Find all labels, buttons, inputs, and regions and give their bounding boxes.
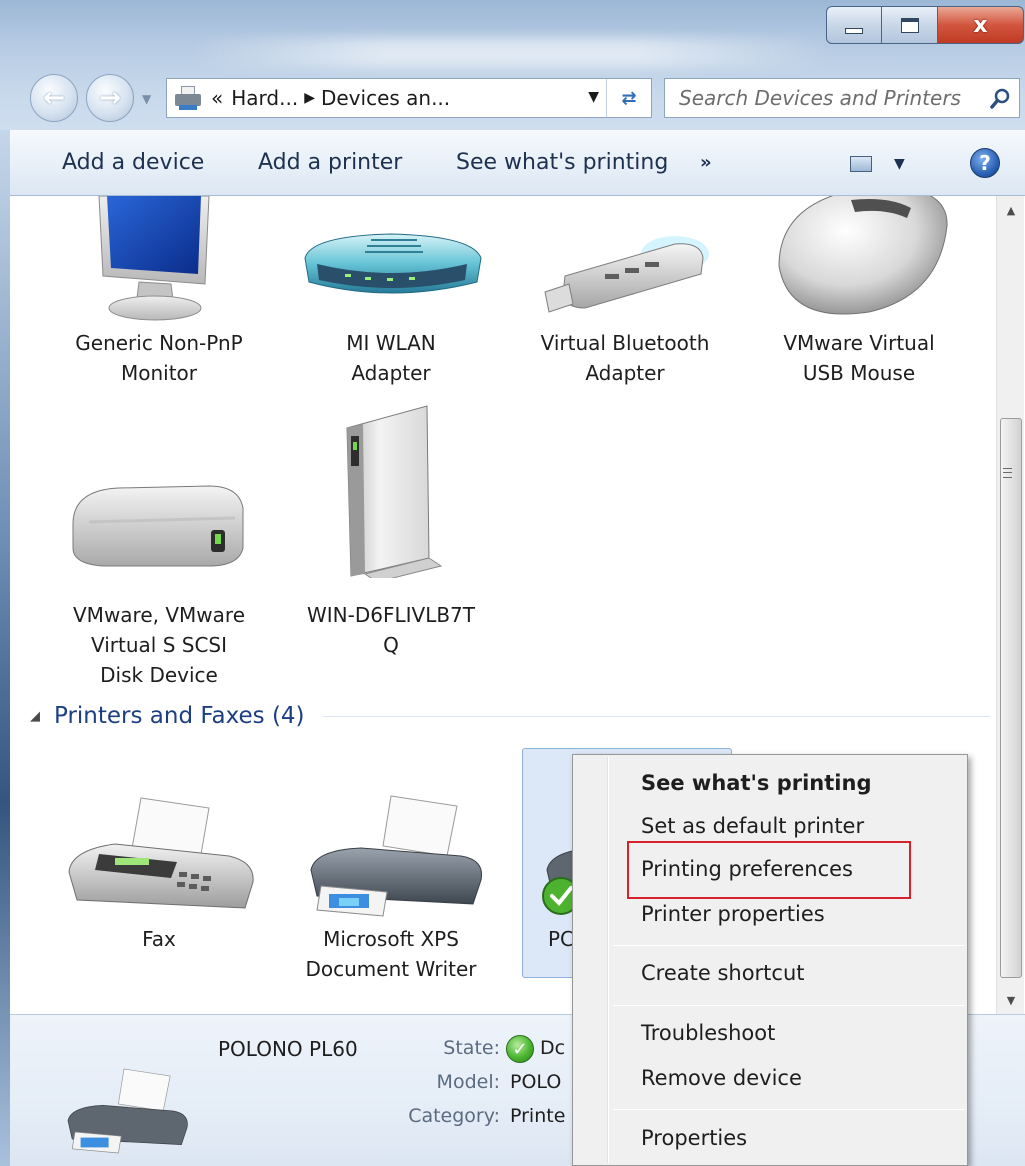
- printer-label-line: Fax: [142, 927, 176, 951]
- address-bar[interactable]: « Hard... ▶ Devices an... ▼ ⇄: [166, 78, 652, 118]
- device-tile-virtual-bluetooth-adapter[interactable]: Virtual Bluetooth Adapter: [520, 196, 730, 388]
- device-tile-computer[interactable]: WIN-D6FLIVLB7T Q: [286, 405, 496, 660]
- model-label: Model:: [436, 1071, 500, 1093]
- menu-remove-device[interactable]: Remove device: [641, 1066, 802, 1090]
- menu-separator: [613, 1109, 965, 1110]
- back-arrow-icon: ←: [43, 83, 65, 113]
- scroll-up-icon[interactable]: ▲: [997, 196, 1025, 224]
- device-label-line: VMware Virtual: [783, 331, 935, 355]
- recent-pages-dropdown[interactable]: ▼: [142, 92, 151, 106]
- refresh-button[interactable]: ⇄: [613, 85, 645, 111]
- device-label-line: WIN-D6FLIVLB7T: [306, 603, 475, 627]
- add-device-button[interactable]: Add a device: [62, 150, 204, 175]
- search-icon[interactable]: [989, 88, 1011, 110]
- close-button[interactable]: x: [938, 6, 1024, 44]
- help-icon[interactable]: ?: [970, 148, 1000, 178]
- menu-properties[interactable]: Properties: [641, 1126, 747, 1150]
- menu-separator: [613, 1005, 965, 1006]
- monitor-icon: [59, 196, 259, 324]
- category-label: Category:: [408, 1105, 500, 1127]
- forward-arrow-icon: →: [99, 83, 121, 113]
- printer-icon: [291, 792, 491, 920]
- close-icon: x: [973, 12, 988, 38]
- minimize-button[interactable]: [826, 6, 882, 44]
- device-tile-generic-monitor[interactable]: Generic Non-PnP Monitor: [54, 196, 264, 388]
- breadcrumb-overflow[interactable]: «: [211, 86, 223, 110]
- search-input[interactable]: [679, 81, 979, 115]
- device-label-line: Adapter: [351, 361, 431, 385]
- mouse-icon: [759, 196, 959, 324]
- devices-and-printers-window: x ← → ▼ « Hard... ▶ Devices an... ▼ ⇄ Se…: [0, 0, 1025, 1166]
- device-label-line: Monitor: [120, 361, 198, 385]
- view-options-dropdown-icon[interactable]: ▼: [894, 156, 905, 172]
- fax-icon: [59, 792, 259, 920]
- scroll-down-icon[interactable]: ▼: [997, 986, 1025, 1014]
- printer-thumbnail-icon: [67, 1068, 188, 1154]
- more-commands-button[interactable]: »: [700, 152, 712, 173]
- device-label-line: Disk Device: [100, 663, 218, 687]
- state-ok-icon: ✓: [506, 1035, 534, 1063]
- scrollbar-thumb[interactable]: [1000, 418, 1022, 978]
- maximize-icon: [900, 17, 919, 33]
- search-box[interactable]: [664, 78, 1020, 118]
- device-label-line: Virtual S SCSI: [90, 633, 227, 657]
- menu-create-shortcut[interactable]: Create shortcut: [641, 961, 805, 985]
- window-title-blurred: [190, 38, 830, 68]
- printer-tile-microsoft-xps[interactable]: Microsoft XPS Document Writer: [286, 792, 496, 984]
- device-label-line: Adapter: [585, 361, 665, 385]
- printer-tile-fax[interactable]: Fax: [54, 792, 264, 954]
- add-printer-button[interactable]: Add a printer: [258, 150, 402, 175]
- menu-printer-properties[interactable]: Printer properties: [641, 902, 825, 926]
- device-label-line: Virtual Bluetooth: [540, 331, 710, 355]
- state-label: State:: [443, 1037, 500, 1059]
- breadcrumb-separator-icon[interactable]: ▶: [304, 90, 315, 106]
- printer-label-line: Microsoft XPS: [323, 927, 459, 951]
- selected-device-name: POLONO PL60: [218, 1037, 358, 1061]
- menu-see-whats-printing[interactable]: See what's printing: [641, 771, 871, 795]
- forward-button[interactable]: →: [86, 74, 134, 122]
- vertical-scrollbar[interactable]: ▲ ▼: [996, 196, 1024, 1014]
- group-title: Printers and Faxes (4): [54, 703, 305, 729]
- usb-dongle-icon: [525, 196, 725, 324]
- menu-troubleshoot[interactable]: Troubleshoot: [641, 1021, 775, 1045]
- command-bar: Add a device Add a printer See what's pr…: [10, 130, 1025, 196]
- scrollbar-grip-icon: [1003, 468, 1012, 478]
- router-icon: [291, 196, 491, 324]
- maximize-button[interactable]: [882, 6, 938, 44]
- printer-label-line: Document Writer: [305, 957, 477, 981]
- device-tile-vmware-scsi-disk[interactable]: VMware, VMware Virtual S SCSI Disk Devic…: [54, 468, 264, 690]
- device-label-line: VMware, VMware: [73, 603, 245, 627]
- back-button[interactable]: ←: [30, 74, 78, 122]
- device-tile-vmware-usb-mouse[interactable]: VMware Virtual USB Mouse: [754, 196, 964, 388]
- state-value: Dc: [540, 1037, 566, 1059]
- window-frame-left: [0, 130, 10, 1166]
- category-value: Printe: [510, 1105, 566, 1127]
- device-label-line: MI WLAN: [346, 331, 436, 355]
- device-label-line: Q: [383, 633, 399, 657]
- printer-context-menu: See what's printing Set as default print…: [572, 754, 968, 1166]
- minimize-icon: [845, 28, 863, 34]
- model-value: POLO: [510, 1071, 562, 1093]
- see-whats-printing-button[interactable]: See what's printing: [456, 150, 668, 175]
- menu-separator: [613, 945, 965, 946]
- hard-disk-icon: [59, 468, 259, 596]
- address-dropdown-icon[interactable]: ▼: [588, 89, 599, 105]
- change-view-icon[interactable]: [850, 156, 872, 172]
- collapse-group-icon[interactable]: ◢: [30, 709, 40, 724]
- printer-folder-icon: [175, 86, 203, 110]
- title-bar: x ← → ▼ « Hard... ▶ Devices an... ▼ ⇄: [0, 0, 1025, 130]
- caption-buttons: x: [826, 6, 1024, 46]
- breadcrumb-hardware[interactable]: Hard...: [231, 86, 298, 110]
- device-label-line: USB Mouse: [802, 361, 916, 385]
- breadcrumb-devices[interactable]: Devices an...: [321, 86, 450, 110]
- device-label-line: Generic Non-PnP: [75, 331, 243, 355]
- printers-and-faxes-group-header[interactable]: ◢ Printers and Faxes (4): [30, 696, 990, 736]
- menu-set-default-printer[interactable]: Set as default printer: [641, 814, 864, 838]
- device-tile-mi-wlan-adapter[interactable]: MI WLAN Adapter: [286, 196, 496, 388]
- highlight-annotation-box: [627, 841, 911, 899]
- computer-tower-icon: [291, 405, 491, 596]
